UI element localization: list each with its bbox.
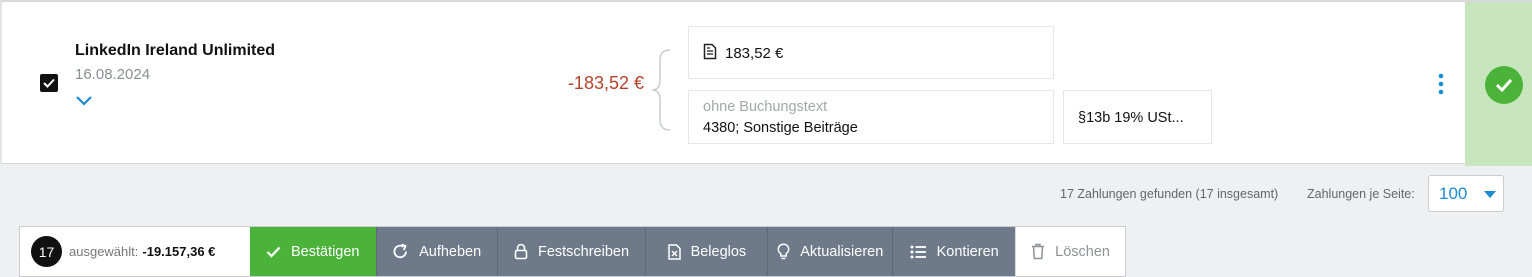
delete-label: Löschen [1055,243,1110,260]
lock-label: Festschreiben [537,243,630,260]
per-page-value: 100 [1439,184,1468,203]
selected-sum: -19.157,36 € [142,244,216,259]
transaction-date: 16.08.2024 [75,66,151,83]
check-icon [43,78,55,88]
unconfirm-button[interactable]: Aufheben [375,227,497,276]
no-receipt-label: Beleglos [690,243,747,260]
confirm-label: Bestätigen [290,243,360,260]
results-count: 17 Zahlungen gefunden (17 insgesamt) [1060,187,1279,201]
tax-key-field[interactable]: §13b 19% USt... [1063,90,1212,144]
list-icon [910,245,927,259]
bulk-action-bar: 17 ausgewählt: -19.157,36 € Bestätigen A… [19,226,1126,277]
transaction-row: LinkedIn Ireland Unlimited 16.08.2024 -1… [0,0,1532,166]
more-options-icon[interactable] [1433,72,1449,96]
booking-text-placeholder: ohne Buchungstext [703,99,828,115]
lock-button[interactable]: Festschreiben [496,227,646,276]
refresh-button[interactable]: Aktualisieren [767,227,893,276]
confirmed-check-icon[interactable] [1485,66,1523,104]
booking-text-field[interactable]: ohne Buchungstext 4380; Sonstige Beiträg… [688,90,1054,144]
split-brace [651,49,671,131]
document-icon [703,43,717,65]
confirm-button[interactable]: Bestätigen [249,227,376,276]
lock-icon [514,243,528,260]
payee-name: LinkedIn Ireland Unlimited [75,42,276,59]
expand-chevron-icon[interactable] [75,94,93,108]
split-amount-field[interactable]: 183,52 € [688,26,1054,79]
delete-button[interactable]: Löschen [1015,227,1126,276]
split-amount-value: 183,52 € [725,45,784,62]
confirmed-status-strip [1465,2,1532,166]
no-receipt-button[interactable]: Beleglos [645,227,768,276]
per-page-select[interactable]: 100 [1428,175,1504,212]
refresh-label: Aktualisieren [800,243,884,260]
transaction-amount: -183,52 € [567,73,644,93]
check-icon [266,246,281,258]
unconfirm-label: Aufheben [419,243,482,260]
trash-icon [1031,243,1045,260]
selected-label: ausgewählt: [69,244,139,259]
tax-key-value: §13b 19% USt... [1078,110,1184,126]
selected-count-badge: 17 [31,236,62,267]
account-value: 4380; Sonstige Beiträge [703,120,858,136]
select-checkbox[interactable] [40,74,58,92]
per-page-label: Zahlungen je Seite: [1307,187,1415,201]
document-x-icon [667,243,681,260]
assign-button[interactable]: Kontieren [892,227,1016,276]
undo-icon [392,243,409,260]
lightbulb-icon [777,242,790,261]
assign-label: Kontieren [936,243,999,260]
selection-summary: 17 ausgewählt: -19.157,36 € [20,227,250,276]
caret-down-icon [1484,191,1496,198]
